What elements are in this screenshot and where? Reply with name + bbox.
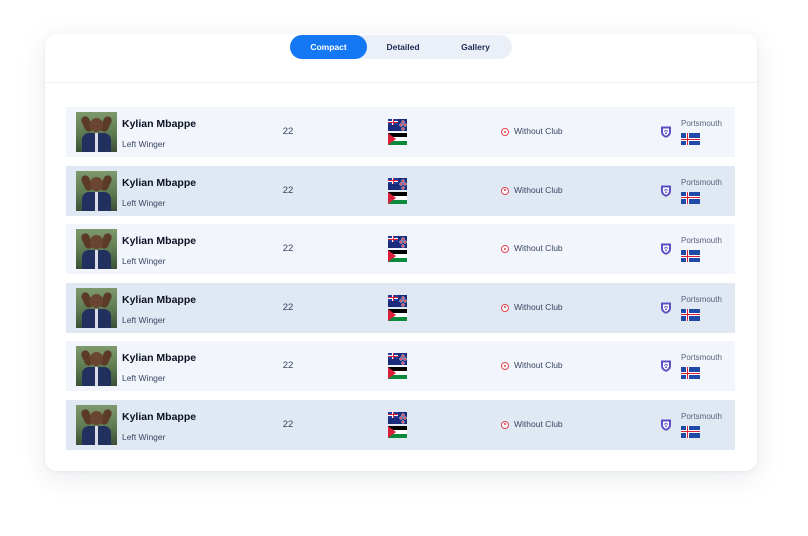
portsmouth-crest-icon (661, 302, 671, 314)
tab-gallery[interactable]: Gallery (439, 35, 512, 59)
club-status-text: Without Club (514, 301, 563, 312)
former-club-name[interactable]: Portsmouth (681, 295, 722, 304)
former-club-name[interactable]: Portsmouth (681, 353, 722, 362)
club-status-text: Without Club (514, 184, 563, 195)
player-row[interactable]: Kylian Mbappe Left Winger 22 Without Clu… (66, 399, 735, 450)
iceland-flag-icon (681, 367, 700, 379)
player-row[interactable]: Kylian Mbappe Left Winger 22 Without Clu… (66, 107, 735, 157)
player-age: 22 (282, 243, 294, 254)
player-photo (76, 346, 117, 386)
no-club-icon (501, 303, 509, 312)
new-zealand-flag-icon (388, 294, 407, 307)
portsmouth-crest-icon (661, 126, 671, 138)
new-zealand-flag-icon (388, 353, 407, 365)
player-name[interactable]: Kylian Mbappe (122, 235, 196, 247)
player-age: 22 (282, 360, 294, 371)
former-club-name[interactable]: Portsmouth (681, 412, 722, 421)
iceland-flag-icon (681, 133, 700, 145)
player-name[interactable]: Kylian Mbappe (122, 352, 196, 364)
no-club-icon (501, 186, 509, 195)
new-zealand-flag-icon (388, 236, 407, 248)
player-position: Left Winger (122, 197, 166, 208)
palestine-flag-icon (388, 133, 407, 145)
player-row[interactable]: Kylian Mbappe Left Winger 22 Without Clu… (66, 165, 735, 216)
player-age: 22 (282, 301, 294, 313)
player-age: 22 (282, 418, 294, 430)
iceland-flag-icon (681, 308, 700, 321)
player-name[interactable]: Kylian Mbappe (122, 411, 196, 423)
players-card: Compact Detailed Gallery Kylian Mbappe L… (45, 34, 757, 471)
no-club-icon (501, 245, 509, 253)
player-position: Left Winger (122, 314, 166, 325)
player-name[interactable]: Kylian Mbappe (122, 118, 196, 130)
new-zealand-flag-icon (388, 411, 407, 424)
player-photo (76, 229, 117, 269)
iceland-flag-icon (681, 191, 700, 204)
no-club-icon (501, 128, 509, 136)
view-mode-toggle: Compact Detailed Gallery (290, 35, 512, 59)
player-photo (76, 404, 117, 445)
palestine-flag-icon (388, 250, 407, 262)
player-position: Left Winger (122, 139, 166, 149)
portsmouth-crest-icon (661, 185, 671, 197)
nationality-flags (388, 411, 407, 438)
iceland-flag-icon (681, 425, 700, 438)
player-name[interactable]: Kylian Mbappe (122, 294, 196, 306)
player-position: Left Winger (122, 256, 166, 266)
former-club-name[interactable]: Portsmouth (681, 119, 722, 128)
new-zealand-flag-icon (388, 177, 407, 190)
no-club-icon (501, 362, 509, 370)
palestine-flag-icon (388, 367, 407, 379)
player-age: 22 (282, 126, 294, 137)
player-position: Left Winger (122, 431, 166, 442)
tab-detailed[interactable]: Detailed (367, 35, 439, 59)
club-status-text: Without Club (514, 243, 563, 253)
player-position: Left Winger (122, 373, 166, 383)
player-row[interactable]: Kylian Mbappe Left Winger 22 Without Clu… (66, 282, 735, 333)
player-photo (76, 112, 117, 152)
club-status-text: Without Club (514, 360, 563, 370)
card-header: Compact Detailed Gallery (45, 34, 757, 83)
palestine-flag-icon (388, 425, 407, 438)
former-club-name[interactable]: Portsmouth (681, 236, 722, 245)
nationality-flags (388, 294, 407, 321)
nationality-flags (388, 177, 407, 204)
player-row[interactable]: Kylian Mbappe Left Winger 22 Without Clu… (66, 341, 735, 391)
palestine-flag-icon (388, 191, 407, 204)
club-status-text: Without Club (514, 126, 563, 136)
player-list: Kylian Mbappe Left Winger 22 Without Clu… (66, 107, 735, 458)
portsmouth-crest-icon (661, 360, 671, 372)
player-row[interactable]: Kylian Mbappe Left Winger 22 Without Clu… (66, 224, 735, 274)
player-photo (76, 287, 117, 328)
new-zealand-flag-icon (388, 119, 407, 131)
nationality-flags (388, 353, 407, 379)
nationality-flags (388, 119, 407, 145)
player-age: 22 (282, 184, 294, 196)
former-club-name[interactable]: Portsmouth (681, 178, 722, 187)
no-club-icon (501, 420, 509, 429)
portsmouth-crest-icon (661, 419, 671, 431)
player-photo (76, 170, 117, 211)
palestine-flag-icon (388, 308, 407, 321)
player-name[interactable]: Kylian Mbappe (122, 177, 196, 189)
tab-compact[interactable]: Compact (290, 35, 367, 59)
portsmouth-crest-icon (661, 243, 671, 255)
iceland-flag-icon (681, 250, 700, 262)
club-status-text: Without Club (514, 418, 563, 429)
nationality-flags (388, 236, 407, 262)
